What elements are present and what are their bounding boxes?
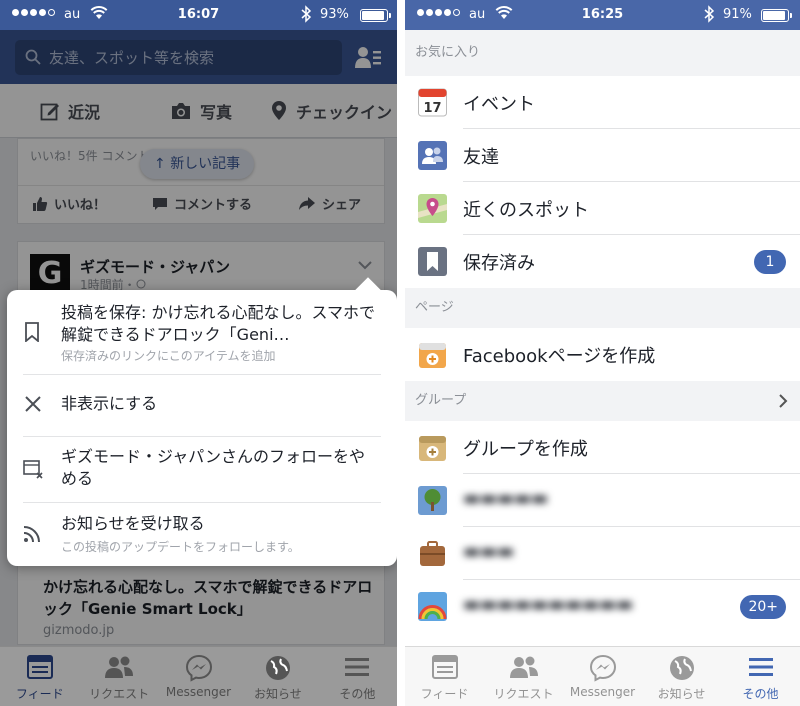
hide-post-title: 非表示にする [61,394,158,413]
battery-percent: 93% [320,7,349,22]
menu-item-saved[interactable]: 保存済み 1 [405,235,800,288]
tab-label: Messenger [165,685,232,699]
map-pin-icon [418,194,447,223]
tab-feed[interactable]: フィード [0,647,79,706]
menu-item-label: イベント [463,94,535,115]
tab-label: リクエスト [89,687,150,701]
bookmark-icon [418,247,447,276]
menu-item-label: Facebookページを作成 [463,346,656,367]
create-page-icon [419,343,446,368]
tab-label: フィード [420,687,469,701]
globe-icon [265,656,290,680]
menu-item-group[interactable]: ▬▬▬▬▬▬▬▬▬▬ 20+ [405,580,800,633]
menu-item-label: グループを作成 [463,439,588,460]
tab-notifications[interactable]: お知らせ [238,647,317,706]
friend-requests-icon [105,656,134,678]
close-icon [25,396,41,412]
friend-requests-icon [509,656,538,678]
tab-more[interactable]: その他 [318,647,397,706]
tab-label: Messenger [569,685,636,699]
bluetooth-icon [704,5,715,23]
chevron-right-icon [778,381,788,421]
tab-label: その他 [339,687,376,701]
tab-more[interactable]: その他 [721,647,800,706]
tab-messenger[interactable]: Messenger [563,647,642,706]
post-options-menu: 投稿を保存: かけ忘れる心配なし。スマホで解錠できるドアロック「Geni… 保存… [7,277,397,566]
hide-post-option[interactable]: 非表示にする [7,375,397,436]
notifications-option[interactable]: お知らせを受け取る この投稿のアップデートをフォローします。 [7,503,397,566]
tab-label: その他 [742,687,779,701]
messenger-icon [185,654,212,682]
menu-item-label: 近くのスポット [463,200,589,221]
tab-requests[interactable]: リクエスト [79,647,158,706]
section-header-favorites: お気に入り [405,30,800,76]
section-header-groups[interactable]: グループ [405,381,800,421]
tab-messenger[interactable]: Messenger [159,647,238,706]
menu-item-create-group[interactable]: グループを作成 [405,421,800,474]
svg-text:17: 17 [423,101,441,116]
friends-icon [418,141,447,170]
bluetooth-icon [301,5,312,23]
rss-icon [23,526,40,543]
menu-item-label: ▬▬▬▬▬ [463,488,549,509]
tab-bar: フィード リクエスト Messenger お知らせ その他 [405,646,800,706]
section-header-pages: ページ [405,288,800,328]
menu-item-create-page[interactable]: Facebookページを作成 [405,328,800,381]
bookmarks-menu: お気に入り 17 イベント 友達 近くのスポット 保存済み 1 ページ Face… [405,30,800,646]
save-post-title: 投稿を保存: かけ忘れる心配なし。スマホで解錠できるドアロック「Geni… [61,303,375,344]
menu-icon [748,658,773,676]
tab-label: お知らせ [254,687,302,701]
menu-item-label: ▬▬▬▬▬▬▬▬▬▬ [463,594,634,615]
notifications-subtitle: この投稿のアップデートをフォローします。 [61,540,300,554]
unfollow-option[interactable]: ギズモード・ジャパンさんのフォローをやめる [7,437,397,502]
menu-item-nearby-places[interactable]: 近くのスポット [405,182,800,235]
tab-requests[interactable]: リクエスト [484,647,563,706]
tab-bar: フィード リクエスト Messenger お知らせ その他 [0,646,397,706]
tab-feed[interactable]: フィード [405,647,484,706]
left-screen: au 16:07 93% 近況 写真 チェックイン いいね！5件 コメント [0,0,397,706]
tab-label: フィード [15,687,64,701]
menu-item-label: 保存済み [463,253,535,274]
battery-percent: 91% [723,7,752,22]
menu-item-label: ▬▬▬ [463,541,515,562]
count-badge: 1 [754,250,786,274]
save-post-subtitle: 保存済みのリンクにこのアイテムを追加 [61,349,276,363]
create-group-icon [419,436,446,461]
briefcase-icon [420,541,445,566]
tab-label: お知らせ [657,687,706,701]
messenger-icon [589,654,616,682]
count-badge: 20+ [740,595,786,619]
menu-item-group[interactable]: ▬▬▬▬▬ [405,474,800,527]
menu-item-label: 友達 [463,147,499,168]
menu-icon [345,658,370,676]
right-screen: au 16:25 91% お気に入り 17 イベント 友達 近くのスポット 保存… [405,0,800,706]
globe-icon [669,656,694,680]
unfollow-icon [23,460,43,479]
battery-icon [761,9,792,22]
unfollow-title: ギズモード・ジャパンさんのフォローをやめる [61,447,366,488]
menu-item-events[interactable]: 17 イベント [405,76,800,129]
calendar-icon: 17 [418,88,447,117]
status-bar: au 16:07 93% [0,0,397,30]
tab-label: リクエスト [493,687,554,701]
tree-icon [418,486,447,515]
menu-item-friends[interactable]: 友達 [405,129,800,182]
rainbow-icon [418,592,447,621]
save-post-option[interactable]: 投稿を保存: かけ忘れる心配なし。スマホで解錠できるドアロック「Geni… 保存… [7,290,397,374]
menu-item-group[interactable]: ▬▬▬ [405,527,800,580]
feed-icon [431,655,458,679]
notifications-title: お知らせを受け取る [61,514,205,533]
bookmark-icon [25,322,39,342]
battery-icon [360,9,391,22]
status-bar: au 16:25 91% [405,0,800,30]
tab-notifications[interactable]: お知らせ [642,647,721,706]
feed-icon [26,655,53,679]
